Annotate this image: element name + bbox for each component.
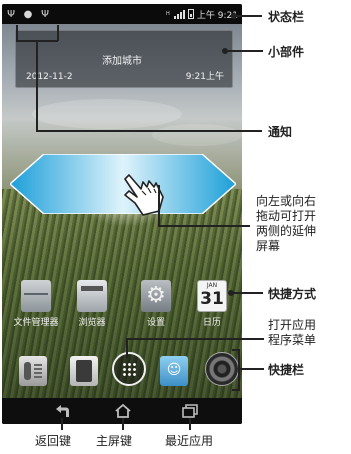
status-bar-callout: 状态栏	[268, 10, 305, 24]
dock-bracket-vertical	[238, 349, 240, 391]
notification-bracket-right	[57, 25, 59, 41]
widget-date: 2012-11-2	[26, 72, 73, 82]
shortcut-browser[interactable]: 浏览器	[66, 280, 118, 328]
back-icon[interactable]	[54, 404, 70, 418]
dock-callout: 快捷栏	[268, 363, 305, 377]
notification-bracket-left	[16, 25, 18, 41]
swipe-hint-line: 向左或向右	[256, 194, 317, 208]
phone-dialer-icon[interactable]	[19, 356, 47, 386]
widget-leader-dot	[222, 48, 228, 54]
phone-screen: Ψ ● Ψ H 上午 9:21 添加城市 2012-11-2 9:21上午 文件…	[2, 4, 242, 424]
home-key-callout: 主屏键	[96, 434, 133, 448]
shortcut-settings[interactable]: ⚙ 设置	[130, 280, 182, 328]
shortcut-label: 浏览器	[78, 318, 106, 328]
swipe-hint-line: 拖动可打开	[256, 209, 317, 223]
app-menu-line: 打开应用	[268, 318, 317, 332]
app-menu-line: 程序菜单	[268, 333, 317, 347]
dock-bracket-bottom	[232, 389, 240, 391]
calendar-month: JAN	[206, 282, 218, 289]
notification-leader-horizontal	[36, 130, 262, 132]
back-key-callout: 返回键	[35, 434, 72, 448]
swipe-hint-line: 两侧的延伸	[256, 224, 317, 238]
swipe-hint-note: 向左或向右 拖动可打开 两侧的延伸 屏幕	[256, 194, 316, 254]
home-icon[interactable]	[115, 404, 131, 418]
widget-callout: 小部件	[268, 45, 305, 59]
shortcut-calendar[interactable]: JAN 31 日历	[186, 280, 238, 328]
shortcuts-leader-dot	[228, 290, 234, 296]
widget-leader	[225, 50, 263, 52]
recent-key-callout: 最近应用	[165, 434, 214, 448]
recent-apps-icon[interactable]	[182, 404, 198, 418]
launcher-dock: ☺	[2, 348, 242, 398]
contacts-icon[interactable]	[70, 356, 98, 386]
battery-icon	[187, 9, 194, 19]
app-drawer-icon[interactable]	[112, 352, 146, 386]
shortcut-file-manager[interactable]: 文件管理器	[10, 280, 62, 328]
camera-icon[interactable]	[205, 352, 239, 386]
notification-icons[interactable]: Ψ ● Ψ	[6, 9, 50, 20]
status-bar-leader	[234, 15, 262, 17]
notification-callout: 通知	[268, 125, 293, 139]
status-bar-leader-dot	[231, 13, 237, 19]
file-manager-icon	[21, 280, 51, 312]
shortcut-label: 文件管理器	[13, 318, 59, 328]
status-bar[interactable]: Ψ ● Ψ H 上午 9:21	[2, 4, 242, 24]
swipe-hint-line: 屏幕	[256, 239, 281, 253]
swipe-leader-horizontal	[158, 225, 250, 227]
recent-key-leader	[189, 418, 191, 430]
calendar-icon: JAN 31	[197, 280, 227, 312]
app-menu-note: 打开应用 程序菜单	[268, 318, 316, 348]
usb-icon: Ψ	[7, 8, 15, 20]
usb-debug-icon: Ψ	[41, 8, 49, 20]
notification-leader-vertical	[36, 40, 38, 132]
clock-weather-widget[interactable]: 添加城市 2012-11-2 9:21上午	[15, 30, 233, 88]
add-city-link[interactable]: 添加城市	[102, 52, 142, 67]
dock-leader	[238, 368, 264, 370]
home-key-leader	[122, 418, 124, 430]
shortcut-label: 日历	[202, 318, 221, 328]
widget-time: 9:21上午	[185, 72, 224, 82]
swipe-leader	[158, 185, 160, 227]
calendar-day: 31	[200, 289, 224, 309]
app-menu-leader-vertical	[126, 338, 128, 358]
android-icon: ●	[23, 8, 33, 20]
shortcuts-callout: 快捷方式	[268, 287, 317, 301]
gear-icon: ⚙	[141, 280, 171, 312]
shortcuts-leader	[231, 292, 263, 294]
browser-icon	[77, 280, 107, 312]
network-type-indicator: H	[166, 10, 170, 17]
app-menu-leader-horizontal	[126, 338, 264, 340]
messages-icon[interactable]: ☺	[160, 356, 188, 386]
shortcut-label: 设置	[146, 318, 165, 328]
signal-icon	[173, 9, 185, 19]
back-key-leader	[61, 418, 63, 430]
